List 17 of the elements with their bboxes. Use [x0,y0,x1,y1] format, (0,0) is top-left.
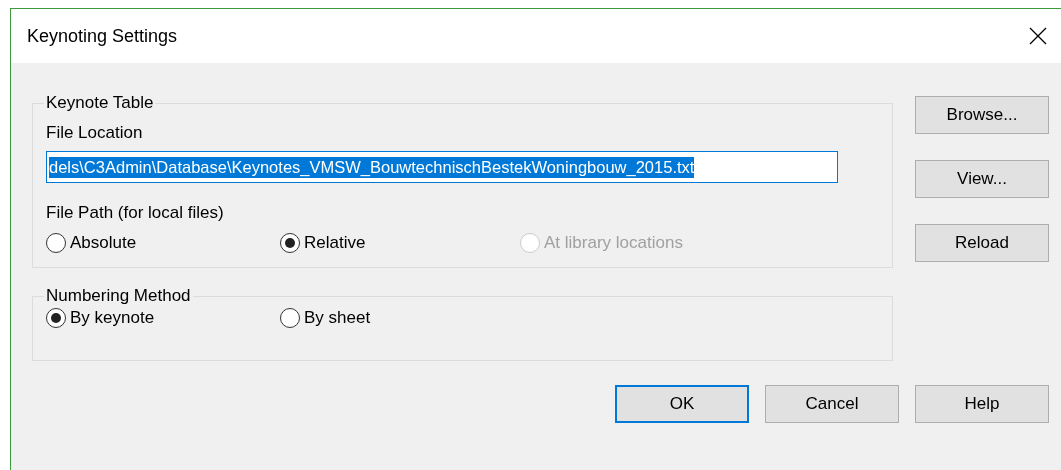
dialog-button[interactable]: Cancel [765,385,899,423]
group-title: Numbering Method [45,286,192,306]
side-button[interactable]: Browse... [915,96,1049,134]
radio-option[interactable]: By keynote [46,308,280,328]
file-location-field[interactable]: dels\C3Admin\Database\Keynotes_VMSW_BouwtechnischBestekWoningbouw_2015.txt [46,151,838,183]
side-button[interactable]: Reload [915,224,1049,262]
group-title: Keynote Table [45,93,155,113]
dialog-button[interactable]: Help [915,385,1049,423]
window-title: Keynoting Settings [27,25,178,47]
radio-option[interactable]: Absolute [46,233,280,253]
close-icon [1029,27,1047,45]
file-path-label: File Path (for local files) [46,203,225,223]
radio-option[interactable]: Relative [280,233,520,253]
radio-option[interactable]: By sheet [280,308,514,328]
side-button[interactable]: View... [915,160,1049,198]
file-location-label: File Location [46,123,144,143]
dialog-button[interactable]: OK [615,385,749,423]
